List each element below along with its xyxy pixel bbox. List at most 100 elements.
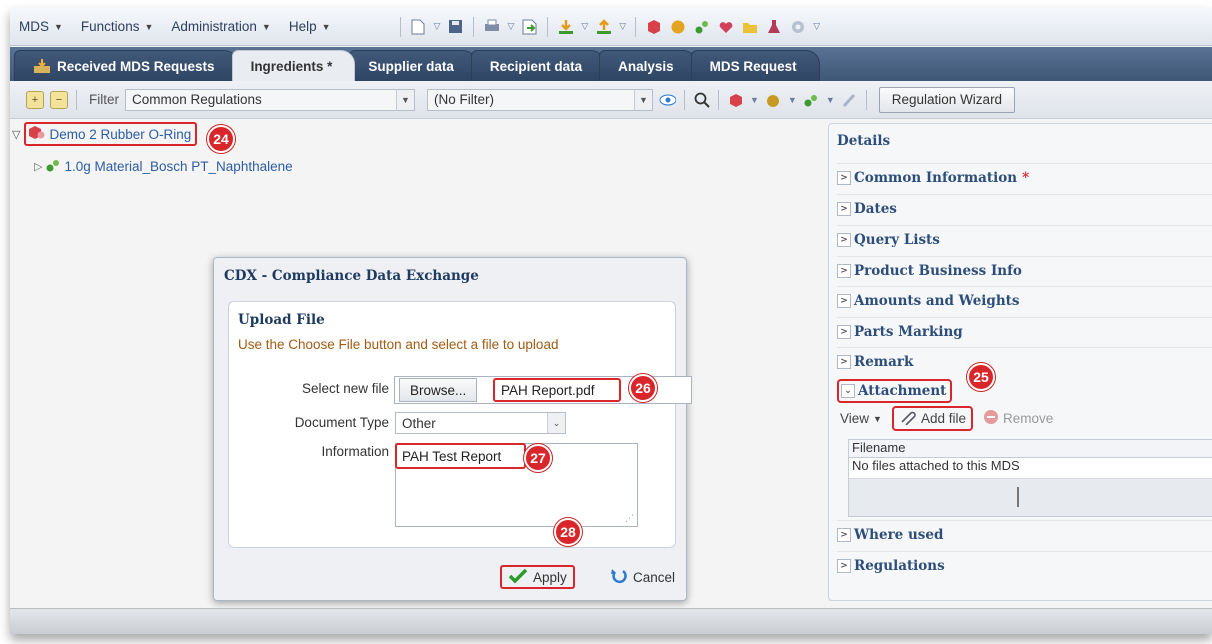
apply-button[interactable]: Apply [500,565,575,589]
required-marker: * [1022,169,1030,186]
section-common-information[interactable]: > Common Information * [837,163,1212,191]
substance-icon [46,158,60,175]
expand-chevron-icon: > [837,558,851,573]
chevron-down-icon: ▼ [261,21,271,32]
section-product-business-info[interactable]: > Product Business Info [837,256,1212,284]
section-label: Dates [854,200,897,217]
dropdown-arrow-icon[interactable]: ▼ [750,95,759,105]
tab-analysis[interactable]: Analysis [599,50,697,81]
upload-hint: Use the Choose File button and select a … [238,337,559,352]
tree-root-label: Demo 2 Rubber O-Ring [49,126,192,142]
section-where-used[interactable]: > Where used [837,520,1212,548]
dropdown-arrow-icon[interactable]: ▽ [434,21,441,32]
filter-value: Common Regulations [132,92,262,107]
cancel-label: Cancel [633,569,676,585]
add-file-button[interactable]: Add file [891,406,973,431]
tree-root-node[interactable]: Demo 2 Rubber O-Ring [24,122,198,146]
section-dates[interactable]: > Dates [837,194,1212,222]
tree-root-row[interactable]: ▽ Demo 2 Rubber O-Ring [12,122,198,146]
regulation-filter-select[interactable]: Common Regulations ▼ [125,88,415,111]
upload-icon[interactable] [595,18,612,35]
add-material-icon[interactable] [765,91,782,108]
dropdown-arrow-icon[interactable]: ▽ [507,21,514,32]
new-document-icon[interactable] [410,18,427,35]
application-window: MDS ▼ Functions ▼ Administration ▼ Help ▼ ▽ … [10,8,1212,634]
section-remark[interactable]: > Remark [837,347,1212,375]
toolbar-divider [547,16,549,37]
expand-triangle-icon[interactable]: ▽ [12,128,20,141]
add-part-icon[interactable] [727,91,744,108]
cube-icon[interactable] [645,18,662,35]
collapse-triangle-icon[interactable]: ▷ [34,160,42,173]
flask-icon[interactable] [765,18,782,35]
search-icon[interactable] [693,91,710,108]
scrollbar-thumb[interactable] [1017,487,1019,507]
tab-label: Ingredients * [250,58,333,74]
menu-mds[interactable]: MDS ▼ [10,8,72,45]
document-type-select[interactable]: Other ⌄ [395,412,566,434]
add-substance-icon[interactable] [803,91,820,108]
eye-icon[interactable] [659,91,676,108]
tab-supplier-data[interactable]: Supplier data [349,50,477,81]
inbox-icon [33,58,51,74]
section-label: Query Lists [854,231,940,248]
tab-ingredients[interactable]: Ingredients * [231,50,356,81]
tab-received-mds-requests[interactable]: Received MDS Requests [14,50,238,81]
expand-chevron-icon: > [837,263,851,278]
tree-child-row[interactable]: ▷ 1.0g Material_Bosch PT_Naphthalene [34,158,293,175]
tab-recipient-data[interactable]: Recipient data [470,50,606,81]
settings-icon[interactable] [789,18,806,35]
download-icon[interactable] [557,18,574,35]
section-parts-marking[interactable]: > Parts Marking [837,317,1212,345]
checkmark-icon [508,568,528,587]
menu-help[interactable]: Help ▼ [280,8,340,45]
chevron-down-icon: ⌄ [547,413,565,433]
collapse-all-icon[interactable]: − [50,90,68,109]
expand-all-icon[interactable]: + [26,90,44,109]
section-label: Attachment [858,383,947,399]
upload-file-panel: Upload File Use the Choose File button a… [228,301,692,548]
tab-mds-request[interactable]: MDS Request [690,50,820,81]
dropdown-arrow-icon[interactable]: ▼ [826,95,835,105]
toolbar-divider [76,89,77,110]
menu-administration[interactable]: Administration ▼ [162,8,279,45]
information-label: Information [321,444,389,459]
section-label: Remark [854,353,914,370]
dropdown-arrow-icon[interactable]: ▽ [813,21,820,32]
save-icon[interactable] [447,18,464,35]
view-menu-button[interactable]: View ▼ [840,411,882,426]
browse-button[interactable]: Browse... [399,378,478,402]
menu-functions[interactable]: Functions ▼ [72,8,162,45]
empty-table-message: No files attached to this MDS [852,458,1020,473]
section-query-lists[interactable]: > Query Lists [837,225,1212,253]
section-amounts-and-weights[interactable]: > Amounts and Weights [837,286,1212,314]
dropdown-arrow-icon[interactable]: ▼ [788,95,797,105]
wand-icon[interactable] [841,91,858,108]
tab-strip: Received MDS Requests Ingredients * Supp… [10,47,1212,81]
document-type-label: Document Type [294,415,389,430]
document-type-value: Other [402,415,436,431]
tab-label: Received MDS Requests [57,58,215,74]
remove-file-button[interactable]: Remove [983,409,1053,428]
regulation-wizard-button[interactable]: Regulation Wizard [878,86,1016,113]
globe-icon[interactable] [669,18,686,35]
menu-bar: MDS ▼ Functions ▼ Administration ▼ Help ▼ ▽ … [10,8,1212,46]
cancel-button[interactable]: Cancel [610,565,675,589]
section-regulations[interactable]: > Regulations [837,551,1212,579]
section-attachment[interactable]: ⌄ Attachment [837,377,953,405]
folder-icon[interactable] [741,18,758,35]
callout-25: 25 [967,363,995,391]
table-scrollbar[interactable] [849,478,1212,516]
resize-handle-icon[interactable]: ⋰ [625,513,634,524]
heart-icon[interactable] [717,18,734,35]
print-icon[interactable] [483,18,500,35]
dropdown-arrow-icon[interactable]: ▽ [619,21,626,32]
export-icon[interactable] [521,18,538,35]
components-icon[interactable] [693,18,710,35]
secondary-filter-select[interactable]: (No Filter) ▼ [427,88,653,111]
attachment-highlight[interactable]: ⌄ Attachment [837,379,953,403]
column-header-filename[interactable]: Filename [849,440,1212,458]
dropdown-arrow-icon[interactable]: ▽ [581,21,588,32]
chevron-down-icon: ▼ [54,21,63,32]
tab-label: Analysis [618,58,674,74]
